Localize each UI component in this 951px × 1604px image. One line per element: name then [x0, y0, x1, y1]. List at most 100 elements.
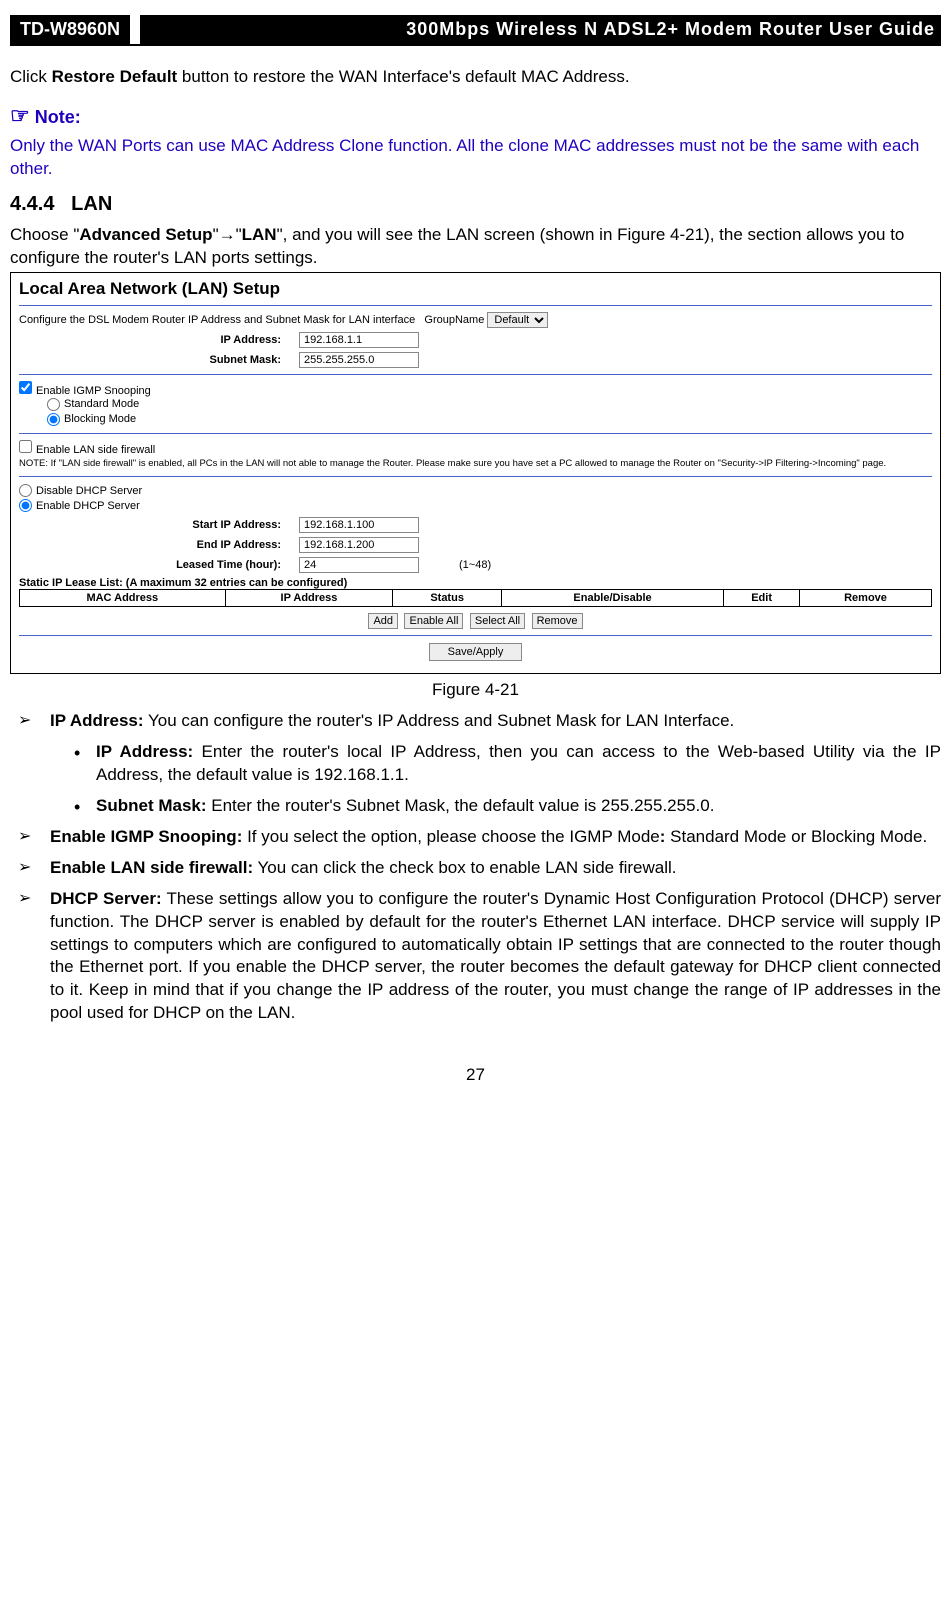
divider — [19, 305, 932, 306]
ip-address-label: IP Address: — [19, 334, 299, 346]
list-item-dhcp: DHCP Server: These settings allow you to… — [10, 888, 941, 1026]
subnet-mask-label: Subnet Mask: — [19, 354, 299, 366]
note-label-text: Note: — [35, 107, 81, 127]
ip-address-row: IP Address: — [19, 332, 932, 348]
label: DHCP Server: — [50, 889, 162, 908]
text: Click — [10, 67, 52, 86]
description-list: IP Address: You can configure the router… — [10, 710, 941, 1025]
th-enable: Enable/Disable — [501, 590, 723, 607]
groupname-label: GroupName — [424, 314, 484, 326]
text: You can configure the router's IP Addres… — [144, 711, 735, 730]
divider — [19, 635, 932, 636]
page-number: 27 — [10, 1065, 941, 1085]
dhcp-enable-row[interactable]: Enable DHCP Server — [19, 498, 932, 513]
model-badge: TD-W8960N — [10, 15, 130, 44]
divider — [19, 476, 932, 477]
ip-address-input[interactable] — [299, 332, 419, 348]
text: If you select the option, please choose … — [242, 827, 659, 846]
lan-firewall-note: NOTE: If "LAN side firewall" is enabled,… — [19, 458, 932, 470]
lease-time-row: Leased Time (hour): (1~48) — [19, 557, 932, 573]
section-heading: 4.4.4 LAN — [10, 193, 941, 216]
th-edit: Edit — [724, 590, 800, 607]
sub-list: IP Address: Enter the router's local IP … — [50, 741, 941, 818]
blocking-mode-label: Blocking Mode — [64, 413, 136, 425]
list-item-ip: IP Address: You can configure the router… — [10, 710, 941, 818]
standard-mode-radio[interactable] — [47, 398, 60, 411]
text: These settings allow you to configure th… — [50, 889, 941, 1023]
dhcp-disable-radio[interactable] — [19, 484, 32, 497]
select-all-button[interactable]: Select All — [470, 613, 525, 629]
note-body: Only the WAN Ports can use MAC Address C… — [10, 135, 941, 181]
th-ip: IP Address — [225, 590, 393, 607]
subnet-mask-row: Subnet Mask: — [19, 352, 932, 368]
path-advanced-setup: Advanced Setup — [79, 225, 212, 244]
save-apply-button[interactable]: Save/Apply — [429, 643, 523, 661]
enable-all-button[interactable]: Enable All — [404, 613, 463, 629]
text: Enter the router's local IP Address, the… — [96, 742, 941, 784]
dhcp-enable-radio[interactable] — [19, 499, 32, 512]
text: You can click the check box to enable LA… — [253, 858, 676, 877]
divider — [19, 374, 932, 375]
end-ip-label: End IP Address: — [19, 539, 299, 551]
dhcp-disable-label: Disable DHCP Server — [36, 485, 142, 497]
lease-time-label: Leased Time (hour): — [19, 559, 299, 571]
igmp-checkbox[interactable] — [19, 381, 32, 394]
igmp-label: Enable IGMP Snooping — [36, 385, 151, 397]
text: Configure the DSL Modem Router IP Addres… — [19, 314, 415, 326]
standard-mode-row[interactable]: Standard Mode — [47, 397, 932, 412]
intro-para: Click Restore Default button to restore … — [10, 66, 941, 89]
lan-firewall-section: Enable LAN side firewall NOTE: If "LAN s… — [19, 440, 932, 470]
restore-default-label: Restore Default — [52, 67, 178, 86]
standard-mode-label: Standard Mode — [64, 398, 139, 410]
blocking-mode-row[interactable]: Blocking Mode — [47, 412, 932, 427]
table-buttons: Add Enable All Select All Remove — [19, 611, 932, 629]
dhcp-disable-row[interactable]: Disable DHCP Server — [19, 483, 932, 498]
static-lease-label: Static IP Lease List: (A maximum 32 entr… — [19, 577, 932, 589]
dhcp-enable-label: Enable DHCP Server — [36, 500, 140, 512]
configure-line: Configure the DSL Modem Router IP Addres… — [19, 312, 932, 328]
lease-time-input[interactable] — [299, 557, 419, 573]
end-ip-row: End IP Address: — [19, 537, 932, 553]
text: button to restore the WAN Interface's de… — [177, 67, 629, 86]
lan-setup-title: Local Area Network (LAN) Setup — [19, 279, 932, 299]
lan-firewall-label: Enable LAN side firewall — [36, 444, 155, 456]
static-lease-table: MAC Address IP Address Status Enable/Dis… — [19, 589, 932, 607]
th-status: Status — [393, 590, 502, 607]
end-ip-input[interactable] — [299, 537, 419, 553]
section-title: LAN — [71, 193, 112, 215]
blocking-mode-radio[interactable] — [47, 413, 60, 426]
lan-firewall-row[interactable]: Enable LAN side firewall — [19, 444, 155, 456]
guide-title: 300Mbps Wireless N ADSL2+ Modem Router U… — [140, 15, 941, 44]
start-ip-row: Start IP Address: — [19, 517, 932, 533]
start-ip-input[interactable] — [299, 517, 419, 533]
label: IP Address: — [96, 742, 193, 761]
sub-item-mask: Subnet Mask: Enter the router's Subnet M… — [74, 795, 941, 818]
figure-screenshot: Local Area Network (LAN) Setup Configure… — [10, 272, 941, 674]
label: Enable IGMP Snooping: — [50, 827, 242, 846]
remove-button[interactable]: Remove — [532, 613, 583, 629]
nav-instruction: Choose "Advanced Setup"→"LAN", and you w… — [10, 224, 941, 270]
text: Standard Mode or Blocking Mode. — [665, 827, 927, 846]
th-remove: Remove — [800, 590, 932, 607]
save-row: Save/Apply — [19, 642, 932, 661]
text: Choose " — [10, 225, 79, 244]
groupname-select[interactable]: Default — [487, 312, 548, 328]
igmp-section: Enable IGMP Snooping Standard Mode Block… — [19, 381, 932, 427]
text: Enter the router's Subnet Mask, the defa… — [207, 796, 715, 815]
th-mac: MAC Address — [20, 590, 226, 607]
note-heading: ☞ Note: — [10, 103, 941, 129]
figure-caption: Figure 4-21 — [10, 680, 941, 700]
path-lan: LAN — [242, 225, 277, 244]
igmp-checkbox-row[interactable]: Enable IGMP Snooping — [19, 385, 151, 397]
label: Enable LAN side firewall: — [50, 858, 253, 877]
lan-firewall-checkbox[interactable] — [19, 440, 32, 453]
lease-hint: (1~48) — [459, 559, 491, 571]
section-number: 4.4.4 — [10, 193, 54, 215]
list-item-firewall: Enable LAN side firewall: You can click … — [10, 857, 941, 880]
subnet-mask-input[interactable] — [299, 352, 419, 368]
divider — [19, 433, 932, 434]
sub-item-ip: IP Address: Enter the router's local IP … — [74, 741, 941, 787]
list-item-igmp: Enable IGMP Snooping: If you select the … — [10, 826, 941, 849]
add-button[interactable]: Add — [368, 613, 398, 629]
start-ip-label: Start IP Address: — [19, 519, 299, 531]
